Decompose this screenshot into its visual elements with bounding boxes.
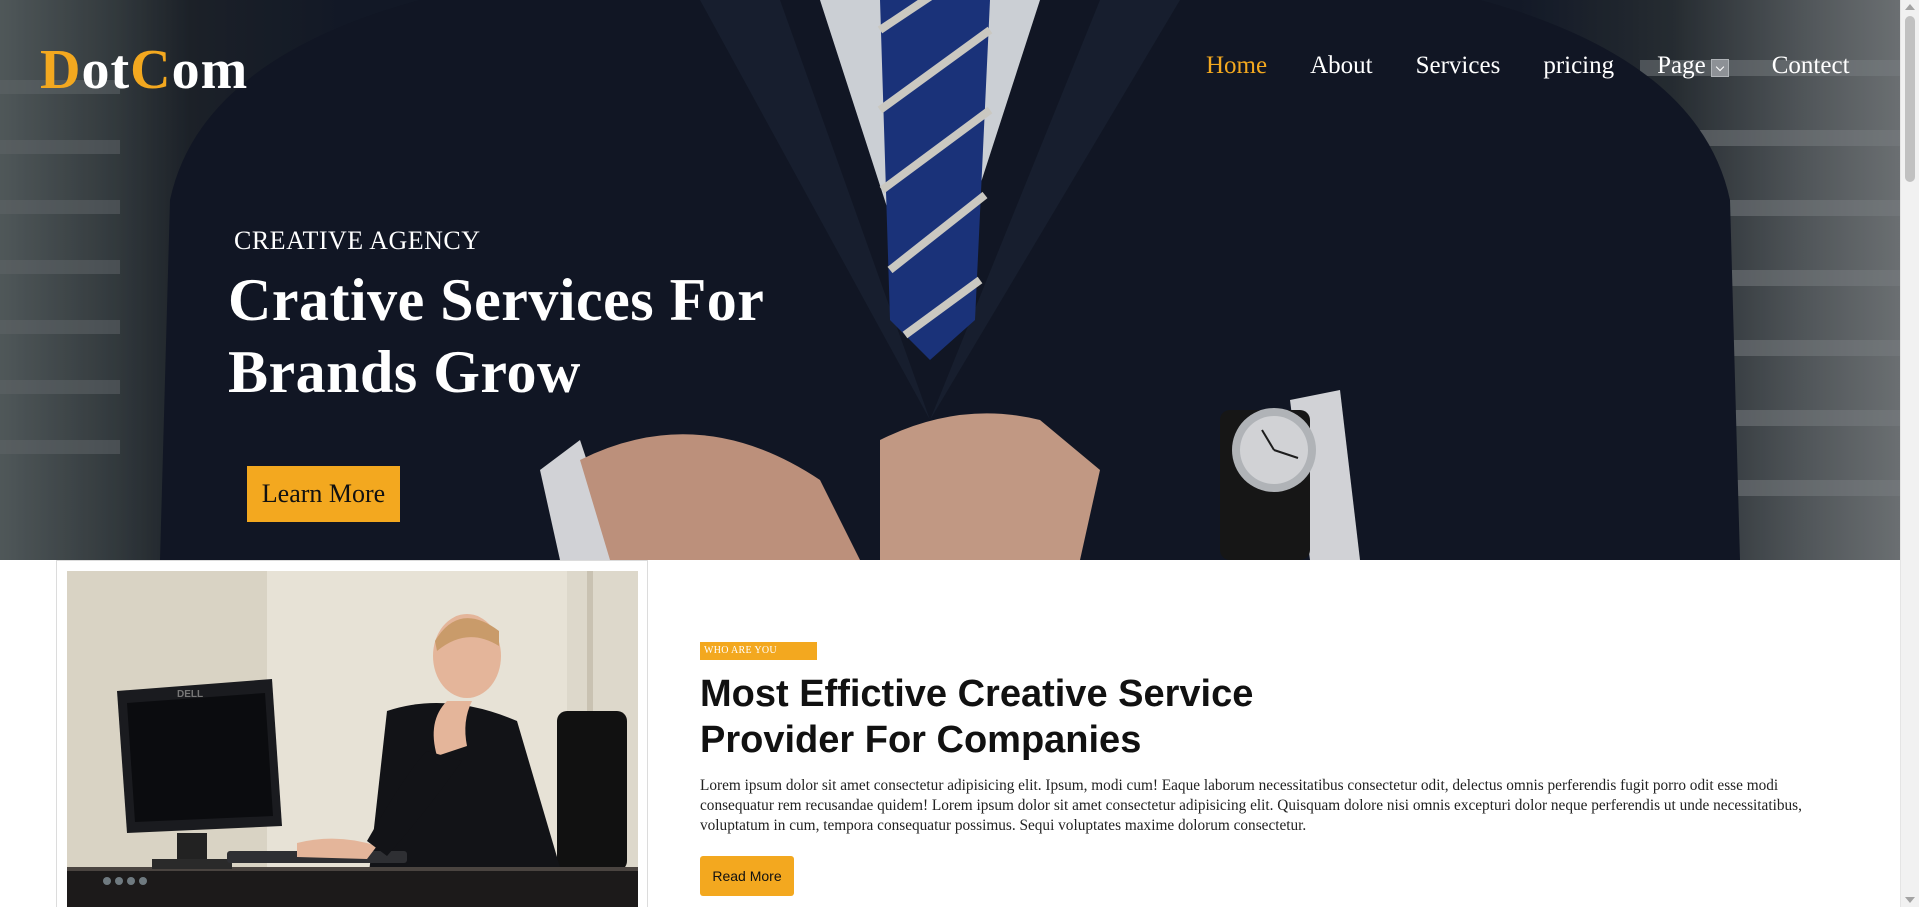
- logo-letter-c: C: [130, 39, 172, 101]
- brand-logo[interactable]: DotCom: [40, 38, 248, 102]
- learn-more-button[interactable]: Learn More: [247, 466, 400, 522]
- hero-headline-line1: Crative Services For: [228, 267, 765, 333]
- logo-text-ot: ot: [81, 39, 131, 101]
- nav-home[interactable]: Home: [1206, 49, 1267, 83]
- about-title: Most Effictive Creative Service Provider…: [700, 671, 1300, 763]
- who-are-you-tag: WHO ARE YOU: [700, 642, 817, 660]
- about-title-line2: Provider For Companies: [700, 719, 1142, 761]
- logo-letter-d: D: [40, 39, 82, 101]
- about-photo: DELL: [67, 571, 638, 907]
- about-body-text: Lorem ipsum dolor sit amet consectetur a…: [700, 777, 1802, 834]
- about-section: DELL WHO ARE YOU Most Effictive Creative…: [0, 560, 1900, 907]
- chevron-down-icon[interactable]: [1710, 59, 1729, 77]
- nav-page-label: Page: [1657, 52, 1706, 79]
- hero-banner: DotCom Home About Services pricing Page …: [0, 0, 1900, 560]
- hero-copy: CREATIVE AGENCY Crative Services For Bra…: [228, 224, 848, 408]
- nav-pricing[interactable]: pricing: [1543, 49, 1614, 83]
- top-navigation: DotCom Home About Services pricing Page …: [0, 0, 1900, 130]
- nav-about[interactable]: About: [1310, 49, 1373, 83]
- man-at-computer-image: DELL: [67, 571, 638, 907]
- page-scrollbar[interactable]: [1900, 0, 1919, 907]
- scrollbar-thumb[interactable]: [1905, 16, 1915, 182]
- about-photo-frame: DELL: [56, 560, 648, 907]
- nav-contact[interactable]: Contect: [1772, 49, 1850, 83]
- about-copy: WHO ARE YOU Most Effictive Creative Serv…: [700, 640, 1810, 896]
- hero-headline: Crative Services For Brands Grow: [228, 264, 848, 408]
- hero-headline-line2: Brands Grow: [228, 339, 581, 405]
- nav-services[interactable]: Services: [1416, 49, 1501, 83]
- main-menu: Home About Services pricing Page Contect: [1206, 46, 1850, 86]
- hero-eyebrow: CREATIVE AGENCY: [234, 226, 481, 255]
- nav-page-dropdown[interactable]: Page: [1657, 49, 1729, 83]
- about-title-line1: Most Effictive Creative Service: [700, 673, 1254, 715]
- scroll-up-arrow-icon[interactable]: [1905, 4, 1915, 10]
- scroll-down-arrow-icon[interactable]: [1905, 897, 1915, 903]
- monitor-brand-label: DELL: [177, 689, 203, 700]
- logo-text-om: om: [171, 39, 249, 101]
- read-more-button[interactable]: Read More: [700, 856, 794, 896]
